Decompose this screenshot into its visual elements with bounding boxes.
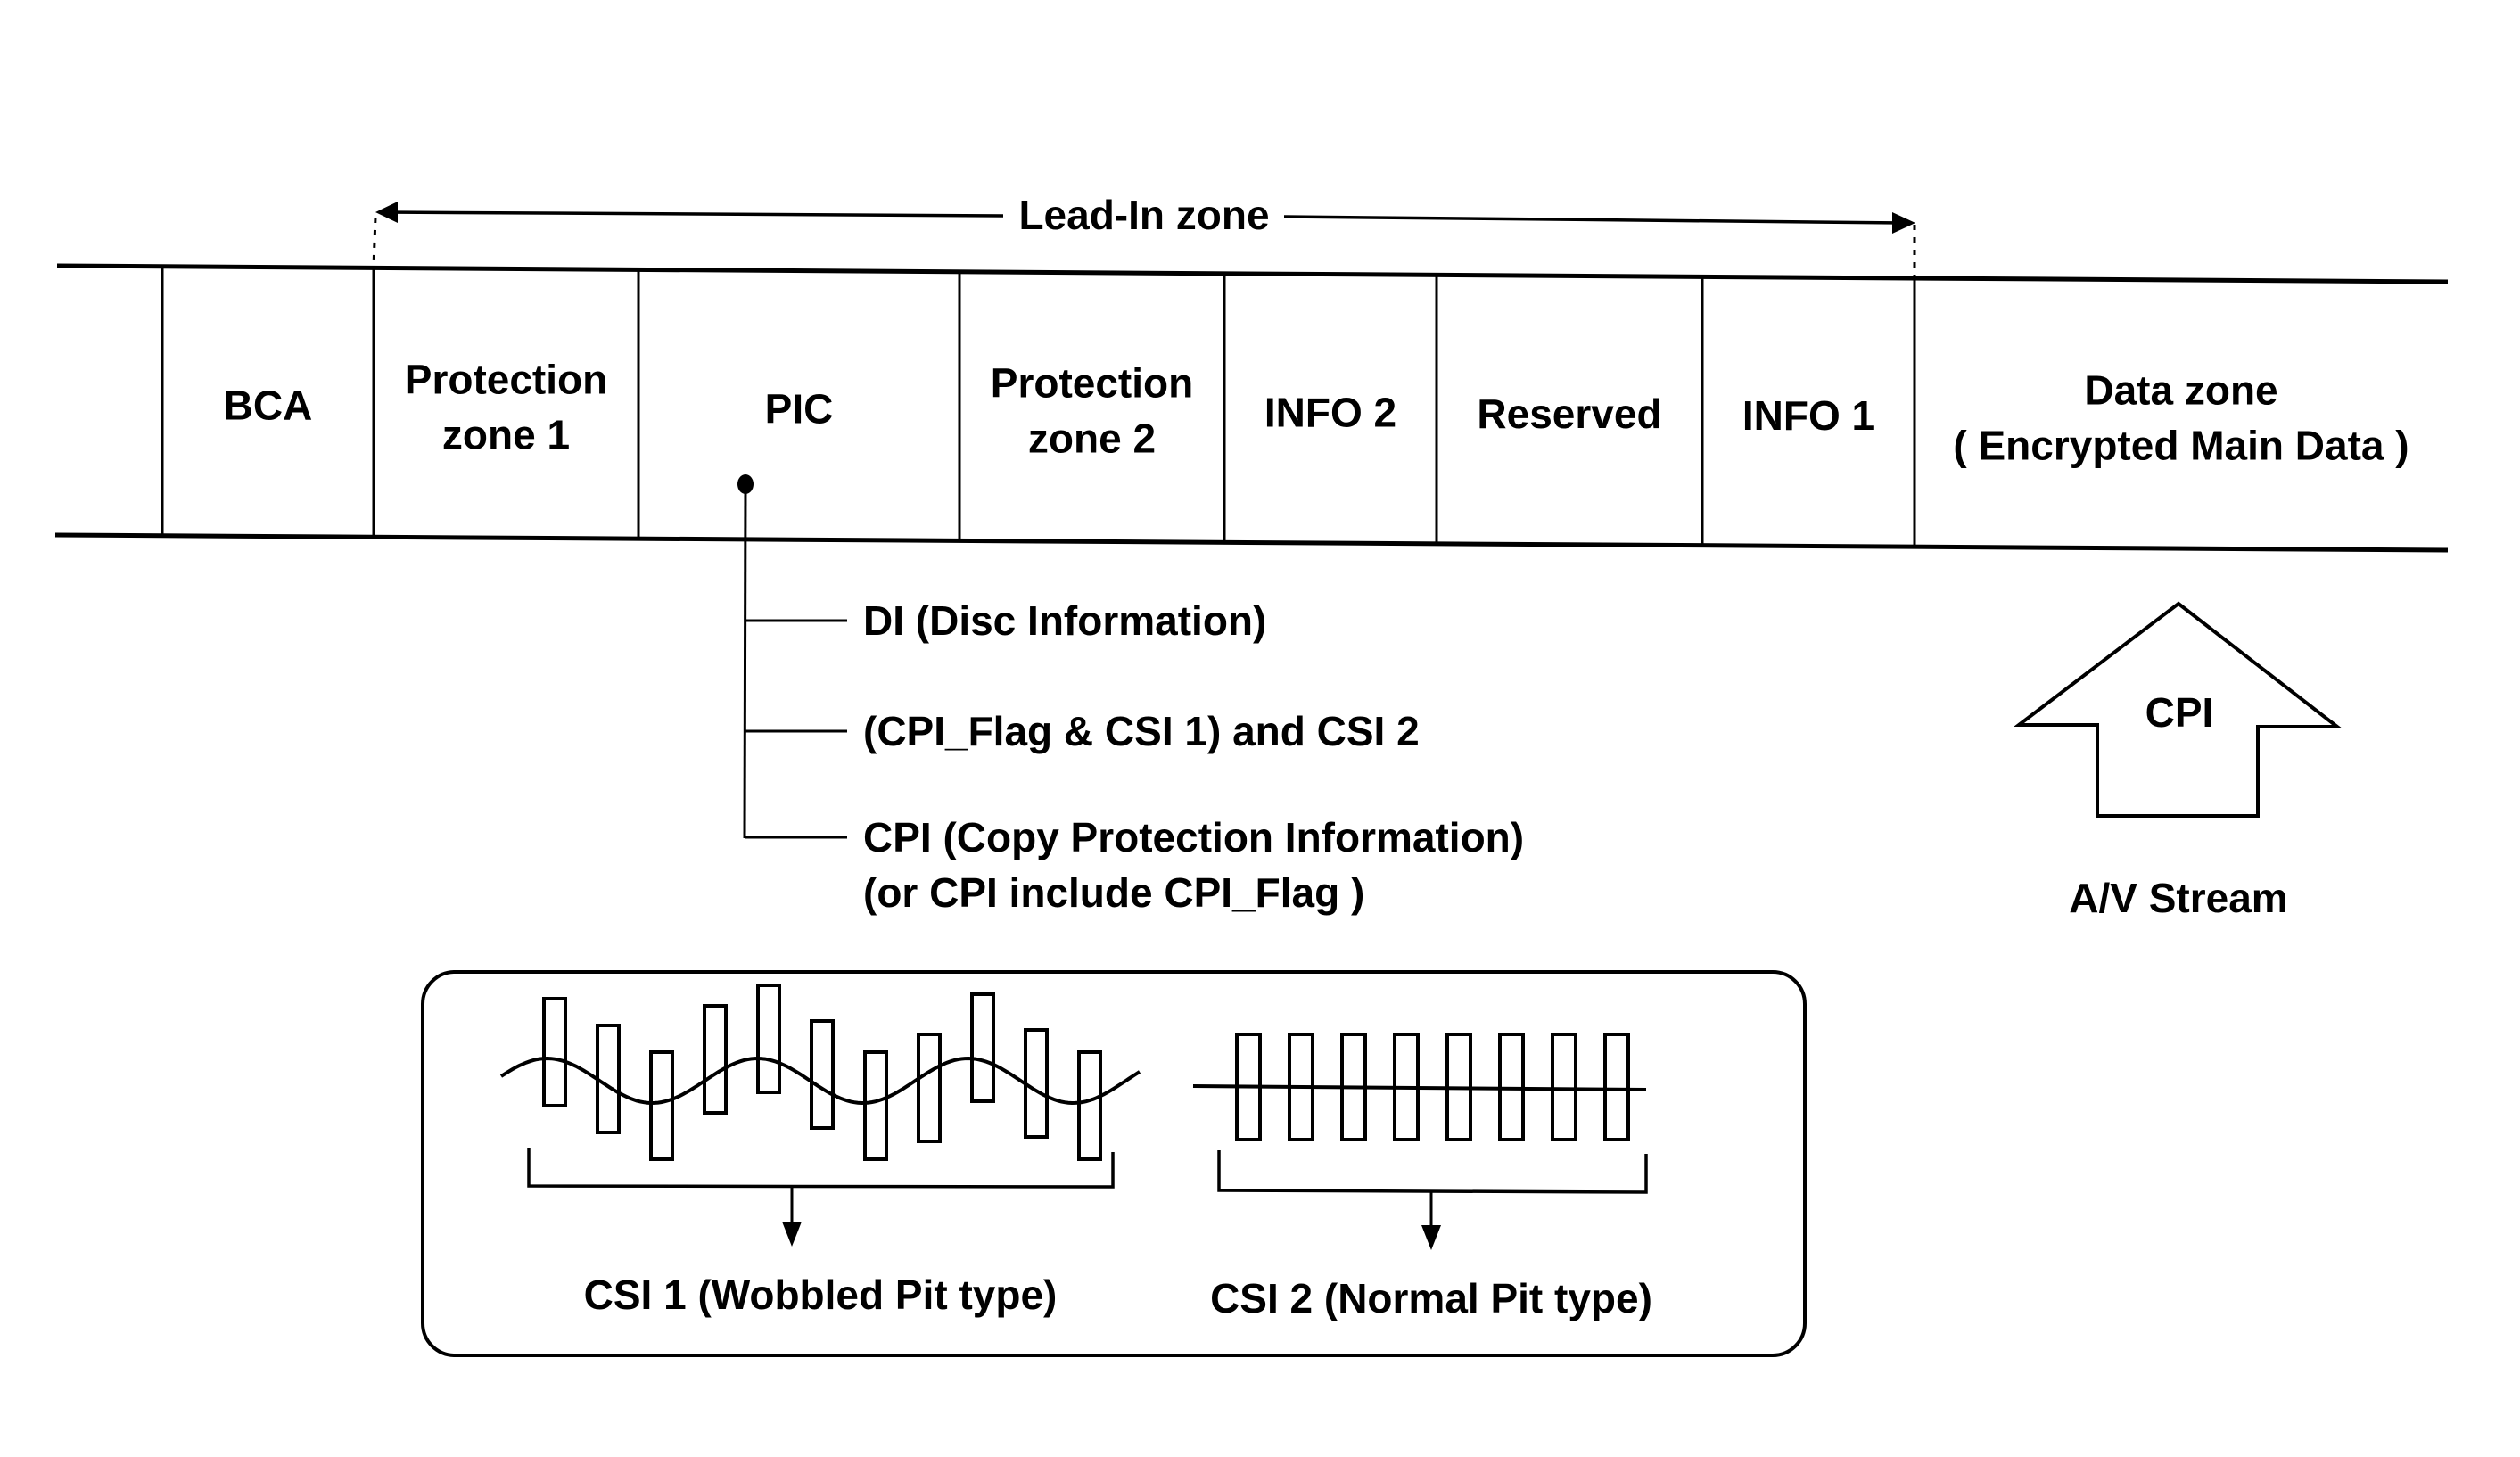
cpi-arrow-label: CPI — [2145, 689, 2214, 736]
pic-content-item: CPI (Copy Protection Information) (or CPI… — [745, 814, 1524, 916]
wobbled-pit — [917, 1033, 942, 1143]
lead-in-arrow-right — [1283, 215, 1905, 225]
wobbled-pit — [703, 1004, 728, 1115]
down-arrowhead-icon — [1421, 1225, 1441, 1250]
normal-pit-illustration — [1192, 1033, 1647, 1141]
pic-connector — [737, 474, 754, 839]
zone-label: Protection — [405, 356, 607, 402]
pic-content-item: DI (Disc Information) — [745, 597, 1266, 644]
zone-pic: PIC — [765, 385, 834, 432]
normal-pit — [1603, 1033, 1630, 1141]
zone-reserved: Reserved — [1477, 391, 1661, 437]
zone-protection-zone-1: Protection zone 1 — [405, 356, 607, 457]
csi2-bracket — [1217, 1150, 1648, 1250]
band-bottom-border — [54, 532, 2449, 553]
lead-in-label: Lead-In zone — [1018, 192, 1269, 238]
wobbled-pit — [863, 1050, 888, 1161]
pic-content-label: DI (Disc Information) — [863, 597, 1266, 644]
zone-label: zone 1 — [442, 411, 570, 457]
zone-label: Reserved — [1477, 391, 1661, 437]
pic-content-label: (or CPI include CPI_Flag ) — [863, 869, 1364, 916]
csi1-bracket — [527, 1148, 1115, 1247]
zone-data-zone: Data zone ( Encrypted Main Data ) — [1953, 367, 2409, 469]
down-arrowhead-icon — [782, 1222, 802, 1247]
csi2-label: CSI 2 (Normal Pit type) — [1210, 1275, 1652, 1321]
zone-label: Data zone — [2084, 367, 2277, 414]
cpi-arrow: CPI A/V Stream — [2014, 601, 2343, 921]
wobbled-pit — [542, 997, 567, 1107]
csi1-bracket-line — [527, 1148, 1115, 1189]
pic-content-label: CPI (Copy Protection Information) — [863, 814, 1524, 860]
pic-content-item: (CPI_Flag & CSI 1) and CSI 2 — [745, 708, 1420, 754]
zone-label: zone 2 — [1028, 416, 1156, 462]
zone-label: Protection — [991, 360, 1193, 407]
zone-info-2: INFO 2 — [1264, 389, 1396, 435]
zone-info-1: INFO 1 — [1742, 392, 1874, 439]
left-arrowhead-icon — [375, 202, 398, 223]
zone-label: INFO 1 — [1742, 392, 1874, 439]
wobbled-pit — [756, 984, 781, 1094]
pit-type-panel: CSI 1 (Wobbled Pit type) CSI 2 (Normal P… — [421, 970, 1807, 1357]
wobbled-pit — [970, 992, 995, 1103]
right-arrowhead-icon — [1892, 212, 1915, 234]
zone-label: BCA — [224, 383, 313, 429]
zone-label: PIC — [765, 385, 834, 432]
band-top-border — [56, 263, 2449, 284]
wobbled-pit — [649, 1050, 674, 1161]
normal-pit — [1551, 1033, 1577, 1141]
lead-in-indicator: Lead-In zone — [372, 192, 1916, 279]
zone-protection-zone-2: Protection zone 2 — [991, 360, 1193, 462]
pic-contents-list: DI (Disc Information) (CPI_Flag & CSI 1) … — [745, 597, 1524, 916]
wobbled-pit-illustration — [499, 984, 1141, 1161]
zone-band: BCA Protection zone 1 PIC Protection zone 2 IN… — [161, 266, 2409, 547]
wobbled-pit — [810, 1019, 835, 1130]
wobbled-pit — [1077, 1050, 1102, 1161]
zone-bca: BCA — [224, 383, 313, 429]
wobbled-pit — [596, 1024, 621, 1134]
csi2-bracket-line — [1217, 1150, 1648, 1194]
disc-layout-diagram: Lead-In zone BCA Protection zone 1 PIC Prote… — [54, 192, 2449, 1357]
lead-in-left-dashed — [372, 217, 377, 268]
zone-label: INFO 2 — [1264, 389, 1396, 435]
av-stream-label: A/V Stream — [2069, 875, 2287, 921]
lead-in-arrow-left — [383, 210, 1004, 218]
pic-content-label: (CPI_Flag & CSI 1) and CSI 2 — [863, 708, 1420, 754]
wobbled-pit — [1024, 1028, 1049, 1139]
csi1-label: CSI 1 (Wobbled Pit type) — [584, 1272, 1058, 1318]
zone-label: ( Encrypted Main Data ) — [1953, 423, 2409, 469]
